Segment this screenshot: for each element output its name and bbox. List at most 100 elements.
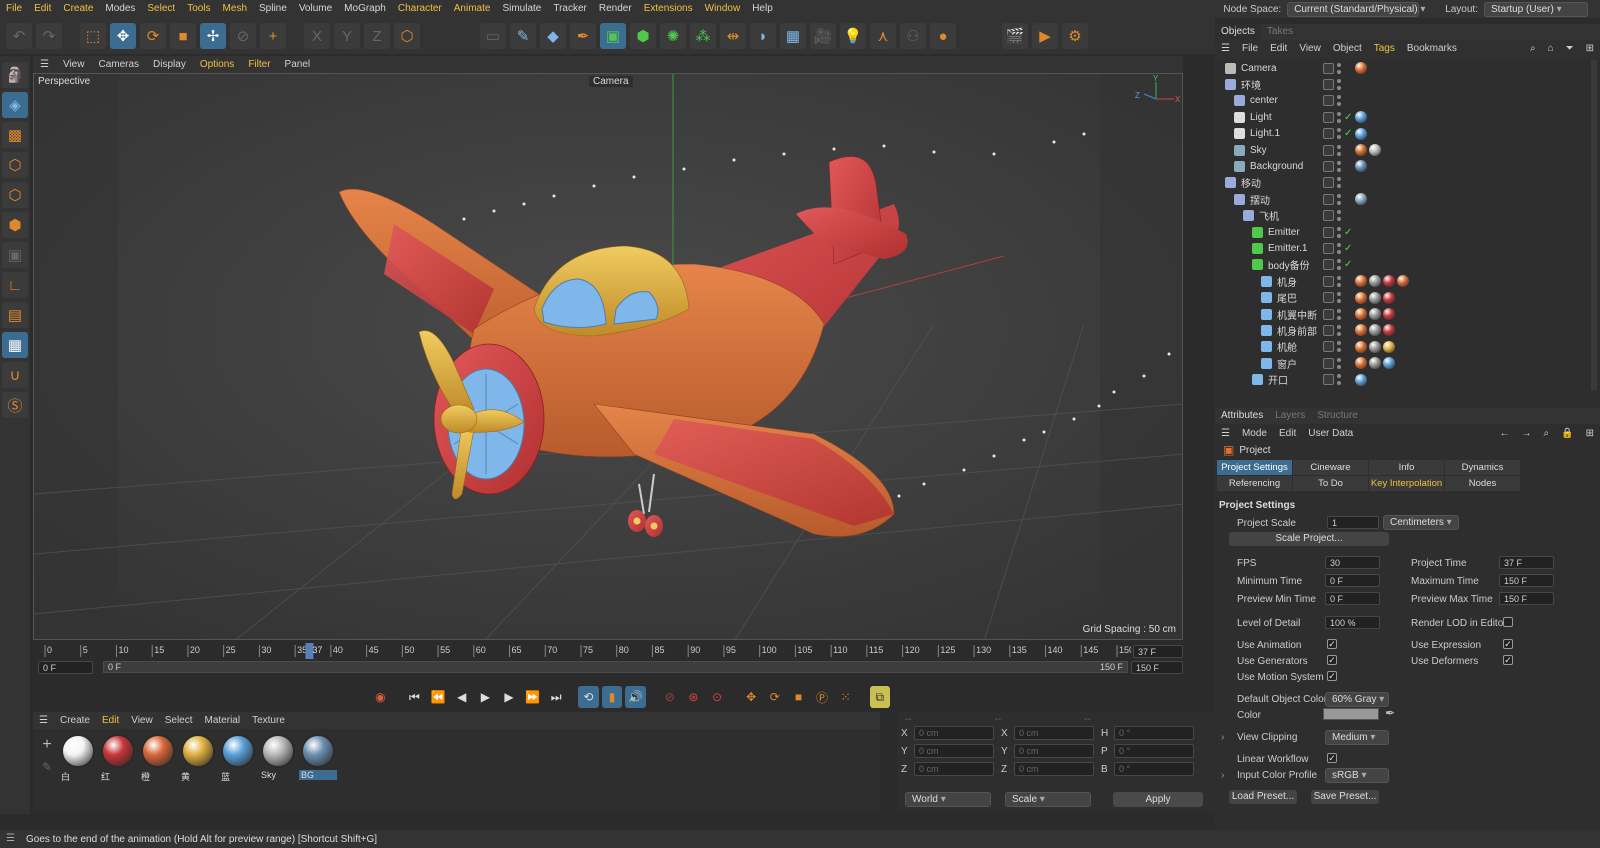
menu-character[interactable]: Character [392, 0, 448, 18]
object-tag-icon[interactable] [1383, 308, 1395, 320]
subdivision-icon[interactable]: ▣ [600, 23, 626, 49]
light-bulb-icon[interactable]: 💡 [840, 23, 866, 49]
object-render-dots-icon[interactable] [1337, 62, 1341, 74]
object-tag-icon[interactable] [1369, 308, 1381, 320]
object-tag-icon[interactable] [1355, 127, 1367, 140]
object-tag-icon[interactable] [1355, 111, 1367, 124]
viewport-menu-panel[interactable]: Panel [278, 56, 318, 73]
array-icon[interactable]: ⬢ [630, 23, 656, 49]
material-swatch[interactable]: 黄 [179, 734, 217, 784]
viewport-camera-label[interactable]: Camera [589, 76, 633, 87]
object-visibility-icon[interactable] [1323, 95, 1334, 107]
layout-dropdown[interactable]: Startup (User) [1484, 1, 1588, 17]
object-row[interactable]: 飞机 [1219, 208, 1589, 224]
object-row[interactable]: Background [1219, 158, 1589, 174]
object-enabled-check[interactable]: ✓ [1344, 227, 1352, 238]
preview-range-bar[interactable]: 0 F 150 F [103, 661, 1128, 673]
next-key-icon[interactable]: ⏩ [522, 686, 543, 708]
object-filter-icon[interactable]: ⏷ [1560, 40, 1580, 58]
record-keys-icon[interactable]: ◉ [370, 686, 391, 708]
object-render-dots-icon[interactable] [1337, 111, 1341, 123]
project-tab-referencing[interactable]: Referencing [1217, 476, 1292, 491]
workplane-icon[interactable]: ▭ [480, 23, 506, 49]
minimum-time-field[interactable]: 0 F [1325, 574, 1380, 587]
menu-mograph[interactable]: MoGraph [338, 0, 392, 18]
object-tag-icon[interactable] [1369, 291, 1381, 304]
coord-value-field[interactable]: 0 cm [914, 744, 994, 758]
object-visibility-icon[interactable] [1323, 242, 1334, 254]
keyframe-icon[interactable]: ⊙ [706, 686, 728, 708]
object-render-dots-icon[interactable] [1337, 95, 1341, 107]
material-menu-icon[interactable]: ☰ [33, 712, 54, 729]
object-tag-icon[interactable] [1369, 340, 1381, 353]
object-tag-icon[interactable] [1355, 193, 1367, 206]
texture-mode-icon[interactable]: ▩ [2, 122, 28, 148]
key-rotation-icon[interactable]: ⟳ [764, 686, 786, 708]
coord-value-field[interactable]: 0 cm [914, 726, 994, 740]
use-animation-checkbox[interactable]: ✓ [1327, 639, 1337, 649]
menu-file[interactable]: File [0, 0, 28, 18]
tab-takes[interactable]: Takes [1261, 24, 1299, 40]
project-tab-info[interactable]: Info [1369, 460, 1444, 475]
object-row[interactable]: 窗户 [1219, 355, 1589, 371]
object-row[interactable]: 摆动 [1219, 191, 1589, 207]
view-clipping-expand-icon[interactable]: › [1221, 732, 1224, 743]
object-render-dots-icon[interactable] [1337, 226, 1341, 238]
coord-value-field[interactable]: 0 ° [1114, 762, 1194, 776]
object-visibility-icon[interactable] [1323, 259, 1334, 271]
object-tag-icon[interactable] [1355, 144, 1367, 156]
back-arrow-icon[interactable]: ← [1494, 428, 1516, 439]
object-tag-icon[interactable] [1383, 324, 1395, 337]
coord-value-field[interactable]: 0 cm [1014, 762, 1094, 776]
pen-icon[interactable]: ✒ [570, 23, 596, 49]
viewport[interactable]: Y X Z Perspective Camera Grid Spacing : … [33, 73, 1183, 640]
hair-icon[interactable]: ⚇ [900, 23, 926, 49]
timeline-window-icon[interactable]: ⧉ [869, 686, 891, 708]
input-profile-dropdown[interactable]: sRGB [1325, 768, 1389, 783]
key-parameter-icon[interactable]: Ⓟ [811, 686, 833, 708]
project-tab-dynamics[interactable]: Dynamics [1445, 460, 1520, 475]
menu-create[interactable]: Create [57, 0, 99, 18]
viewport-menu-options[interactable]: Options [193, 56, 241, 73]
object-row[interactable]: Emitter ✓ [1219, 224, 1589, 240]
status-menu-icon[interactable]: ☰ [6, 833, 15, 844]
mograph-cloner-icon[interactable]: ✺ [660, 23, 686, 49]
object-list-scrollbar[interactable] [1591, 60, 1597, 390]
floor-icon[interactable]: ▦ [780, 23, 806, 49]
object-render-dots-icon[interactable] [1337, 374, 1341, 386]
project-scale-field[interactable]: 1 [1327, 516, 1379, 529]
object-visibility-icon[interactable] [1323, 357, 1334, 369]
menu-window[interactable]: Window [699, 0, 747, 18]
points-mode-icon[interactable]: ⬡ [2, 152, 28, 178]
object-menu-view[interactable]: View [1293, 40, 1327, 58]
menu-help[interactable]: Help [746, 0, 779, 18]
node-space-dropdown[interactable]: Current (Standard/Physical) [1287, 1, 1420, 17]
play-icon[interactable]: ▶ [475, 686, 496, 708]
sound-playback-icon[interactable]: 🔊 [625, 686, 646, 708]
coord-value-field[interactable]: 0 cm [1014, 744, 1094, 758]
level-of-detail-field[interactable]: 100 % [1325, 616, 1380, 629]
attribute-add-icon[interactable]: ⊞ [1580, 428, 1600, 439]
record-active-icon[interactable]: ⊛ [683, 686, 704, 708]
autokey-icon[interactable]: ⊘ [659, 686, 681, 708]
object-row[interactable]: center [1219, 93, 1589, 109]
move-tool-icon[interactable]: ✥ [110, 23, 136, 49]
z-axis-lock-icon[interactable]: Z [364, 23, 390, 49]
object-tag-icon[interactable] [1355, 324, 1367, 337]
add-object-icon[interactable]: + [260, 23, 286, 49]
loop-icon[interactable]: ⟲ [578, 686, 599, 708]
menu-animate[interactable]: Animate [448, 0, 497, 18]
use-deformers-checkbox[interactable]: ✓ [1503, 655, 1513, 665]
menu-spline[interactable]: Spline [253, 0, 293, 18]
object-menu-bookmarks[interactable]: Bookmarks [1401, 40, 1463, 58]
use-expression-checkbox[interactable]: ✓ [1503, 639, 1513, 649]
key-scale-icon[interactable]: ■ [788, 686, 809, 708]
object-tag-icon[interactable] [1355, 340, 1367, 353]
material-swatch[interactable]: Sky [259, 734, 297, 784]
object-tag-icon[interactable] [1383, 275, 1395, 288]
material-swatch[interactable]: 红 [99, 734, 137, 784]
input-profile-expand-icon[interactable]: › [1221, 770, 1224, 781]
project-tab-to-do[interactable]: To Do [1293, 476, 1368, 491]
object-tag-icon[interactable] [1383, 357, 1395, 370]
field-icon[interactable]: ◗ [750, 23, 776, 49]
